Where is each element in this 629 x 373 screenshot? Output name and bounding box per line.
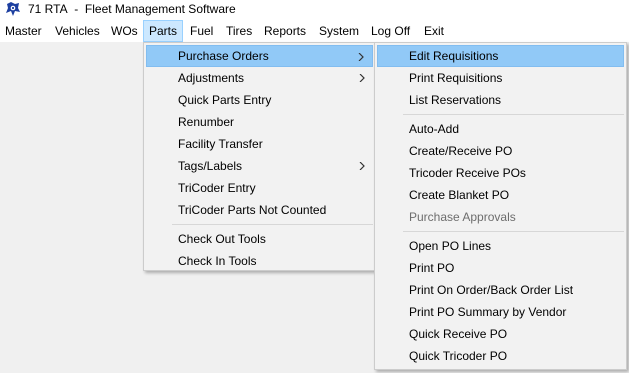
menu-exit[interactable]: Exit xyxy=(419,20,449,42)
menuitem-label: Print PO Summary by Vendor xyxy=(409,305,567,319)
menuitem-purchase-approvals: Purchase Approvals xyxy=(377,206,624,228)
menuitem-list-reservations[interactable]: List Reservations xyxy=(377,89,624,111)
menuitem-auto-add[interactable]: Auto-Add xyxy=(377,118,624,140)
menu-separator xyxy=(403,114,624,115)
menuitem-label: Purchase Approvals xyxy=(409,210,516,224)
menu-bar: Master Vehicles WOs Parts Fuel Tires Rep… xyxy=(0,20,629,42)
menuitem-label: Print Requisitions xyxy=(409,71,503,85)
menu-fuel[interactable]: Fuel xyxy=(185,20,218,42)
menuitem-label: Quick Receive PO xyxy=(409,327,508,341)
menuitem-adjustments[interactable]: Adjustments xyxy=(146,67,373,89)
menu-reports[interactable]: Reports xyxy=(259,20,311,42)
menuitem-label: Adjustments xyxy=(178,71,245,85)
menuitem-label: Tricoder Receive POs xyxy=(409,166,526,180)
parts-dropdown: Purchase Orders Adjustments Quick Parts … xyxy=(143,42,376,271)
menu-log-off[interactable]: Log Off xyxy=(366,20,415,42)
menuitem-label: Purchase Orders xyxy=(178,49,269,63)
menuitem-tricoder-receive-pos[interactable]: Tricoder Receive POs xyxy=(377,162,624,184)
title-app: 71 RTA xyxy=(28,2,68,16)
menuitem-label: Tags/Labels xyxy=(178,159,243,173)
menuitem-label: Create Blanket PO xyxy=(409,188,510,202)
purchase-orders-submenu: Edit Requisitions Print Requisitions Lis… xyxy=(374,42,627,370)
menu-master[interactable]: Master xyxy=(0,20,47,42)
menuitem-print-on-order-back-order-list[interactable]: Print On Order/Back Order List xyxy=(377,279,624,301)
app-logo-icon xyxy=(6,2,20,16)
menuitem-label: Print On Order/Back Order List xyxy=(409,283,574,297)
menuitem-print-requisitions[interactable]: Print Requisitions xyxy=(377,67,624,89)
menuitem-quick-tricoder-po[interactable]: Quick Tricoder PO xyxy=(377,345,624,367)
menuitem-print-po[interactable]: Print PO xyxy=(377,257,624,279)
window-title: 71 RTA - Fleet Management Software xyxy=(28,2,236,16)
menuitem-edit-requisitions[interactable]: Edit Requisitions xyxy=(377,45,624,67)
menu-tires[interactable]: Tires xyxy=(221,20,257,42)
title-separator: - xyxy=(74,2,79,16)
menuitem-tags-labels[interactable]: Tags/Labels xyxy=(146,155,373,177)
menuitem-create-receive-po[interactable]: Create/Receive PO xyxy=(377,140,624,162)
submenu-arrow-icon xyxy=(358,53,364,61)
menuitem-label: Check In Tools xyxy=(178,254,257,268)
menuitem-print-po-summary-by-vendor[interactable]: Print PO Summary by Vendor xyxy=(377,301,624,323)
menuitem-label: Print PO xyxy=(409,261,455,275)
menu-separator xyxy=(403,231,624,232)
menuitem-open-po-lines[interactable]: Open PO Lines xyxy=(377,235,624,257)
menuitem-check-out-tools[interactable]: Check Out Tools xyxy=(146,228,373,250)
menuitem-purchase-orders[interactable]: Purchase Orders xyxy=(146,45,373,67)
menuitem-label: Quick Parts Entry xyxy=(178,93,272,107)
menuitem-label: TriCoder Parts Not Counted xyxy=(178,203,327,217)
menuitem-facility-transfer[interactable]: Facility Transfer xyxy=(146,133,373,155)
menuitem-label: Open PO Lines xyxy=(409,239,492,253)
menuitem-create-blanket-po[interactable]: Create Blanket PO xyxy=(377,184,624,206)
menuitem-label: Check Out Tools xyxy=(178,232,266,246)
menu-separator xyxy=(172,224,373,225)
menuitem-renumber[interactable]: Renumber xyxy=(146,111,373,133)
menuitem-label: TriCoder Entry xyxy=(178,181,256,195)
title-bar: 71 RTA - Fleet Management Software xyxy=(0,0,629,20)
menuitem-label: Renumber xyxy=(178,115,235,129)
menu-parts[interactable]: Parts xyxy=(143,20,184,42)
menu-vehicles[interactable]: Vehicles xyxy=(50,20,105,42)
menuitem-label: Facility Transfer xyxy=(178,137,263,151)
menuitem-label: Edit Requisitions xyxy=(409,49,499,63)
menu-system[interactable]: System xyxy=(314,20,364,42)
menuitem-check-in-tools[interactable]: Check In Tools xyxy=(146,250,373,272)
menuitem-tricoder-entry[interactable]: TriCoder Entry xyxy=(146,177,373,199)
menuitem-label: List Reservations xyxy=(409,93,502,107)
title-name: Fleet Management Software xyxy=(84,2,236,16)
menuitem-quick-parts-entry[interactable]: Quick Parts Entry xyxy=(146,89,373,111)
menuitem-label: Quick Tricoder PO xyxy=(409,349,508,363)
menuitem-quick-receive-po[interactable]: Quick Receive PO xyxy=(377,323,624,345)
menu-wos[interactable]: WOs xyxy=(106,20,143,42)
menuitem-label: Auto-Add xyxy=(409,122,460,136)
menuitem-tricoder-parts-not-counted[interactable]: TriCoder Parts Not Counted xyxy=(146,199,373,221)
submenu-arrow-icon xyxy=(359,162,365,170)
submenu-arrow-icon xyxy=(359,74,365,82)
menuitem-label: Create/Receive PO xyxy=(409,144,513,158)
